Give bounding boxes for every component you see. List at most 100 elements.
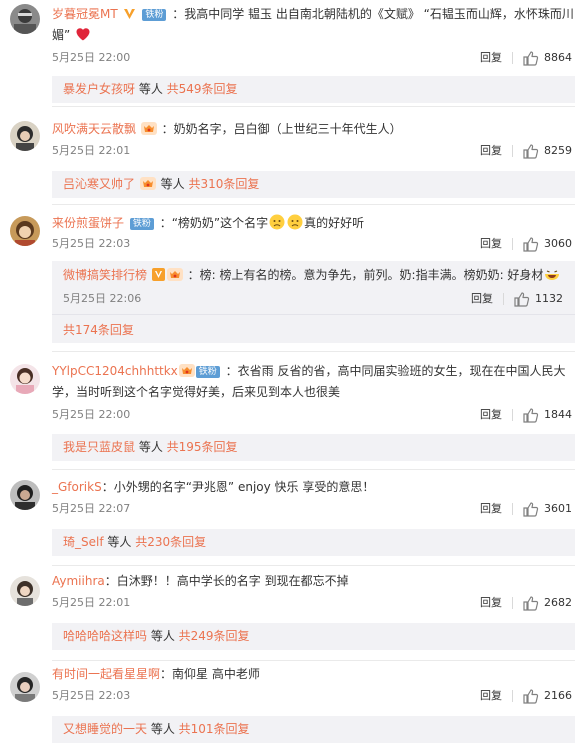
vip-crown-icon xyxy=(141,122,157,135)
username[interactable]: _GforikS xyxy=(52,480,102,494)
username[interactable]: 来份煎蛋饼子 xyxy=(52,216,124,230)
like-button[interactable]: 3601 xyxy=(523,501,572,517)
avatar[interactable] xyxy=(10,121,40,151)
comment-actions: 回复 1844 xyxy=(480,407,572,423)
reply-button[interactable]: 回复 xyxy=(480,236,502,252)
sub-reply-text: 微博搞笑排行榜 ：榜: 榜上有名的榜。意为争先，前列。奶:指丰满。榜奶奶: 好身… xyxy=(63,265,561,286)
reply-username[interactable]: 又想睡觉的一天 xyxy=(63,722,147,736)
reply-summary[interactable]: 吕沁寒又帅了 等人 共310条回复 xyxy=(52,171,575,198)
reply-mid-text: 等人 xyxy=(103,535,136,549)
username[interactable]: Aymiihra xyxy=(52,574,105,588)
reply-total-link[interactable]: 共310条回复 xyxy=(188,177,259,191)
thumbs-up-icon xyxy=(514,291,530,307)
comment-time: 5月25日 22:03 xyxy=(52,237,131,250)
like-button[interactable]: 2166 xyxy=(523,688,572,704)
reply-button[interactable]: 回复 xyxy=(480,501,502,517)
reply-summary[interactable]: 又想睡觉的一天 等人 共101条回复 xyxy=(52,716,575,743)
username[interactable]: 风吹满天云散飘 xyxy=(52,122,136,136)
reply-total-link[interactable]: 共101条回复 xyxy=(179,722,250,736)
vip-crown-icon xyxy=(167,268,183,281)
like-count: 2166 xyxy=(544,689,572,702)
comment-text: 岁暮冠冕MT 铁粉 ：我高中同学 韫玉 出自南北朝陆机的《文赋》 “石韫玉而山辉… xyxy=(52,4,575,46)
like-button[interactable]: 8259 xyxy=(523,143,572,159)
reply-total-link[interactable]: 共249条回复 xyxy=(179,629,250,643)
reply-summary[interactable]: 哈哈哈哈这样吗 等人 共249条回复 xyxy=(52,623,575,650)
comment-time: 5月25日 22:03 xyxy=(52,689,131,702)
like-count: 8864 xyxy=(544,51,572,64)
comment-item: _GforikS：小外甥的名字“尹兆恩” enjoy 快乐 享受的意思！ 5月2… xyxy=(0,470,585,566)
reply-button[interactable]: 回复 xyxy=(480,50,502,66)
reply-username[interactable]: 哈哈哈哈这样吗 xyxy=(63,629,147,643)
red-heart-icon xyxy=(76,28,90,41)
like-button[interactable]: 1844 xyxy=(523,407,572,423)
comment-text: 来份煎蛋饼子 铁粉 ：“榜奶奶”这个名字 真的好好听 xyxy=(52,213,575,234)
comment-text: Aymiihra：白沐野！！高中学长的名字 到现在都忘不掉 xyxy=(52,571,575,592)
reply-mid-text: 等人 xyxy=(135,440,167,454)
divider xyxy=(512,409,513,421)
comment-actions: 回复 2166 xyxy=(480,688,572,704)
comment-body-tail: 真的好好听 xyxy=(304,216,365,230)
divider xyxy=(512,238,513,250)
sub-like-count: 1132 xyxy=(535,292,563,305)
avatar[interactable] xyxy=(10,216,40,246)
thumbs-up-icon xyxy=(523,501,539,517)
thumbs-up-icon xyxy=(523,236,539,252)
like-count: 2682 xyxy=(544,596,572,609)
comment-time: 5月25日 22:00 xyxy=(52,408,131,421)
fan-badge: 铁粉 xyxy=(195,366,220,378)
reply-total-link[interactable]: 共195条回复 xyxy=(167,440,238,454)
username[interactable]: 岁暮冠冕MT xyxy=(52,7,118,21)
reply-summary[interactable]: 我是只蓝皮鼠 等人 共195条回复 xyxy=(52,434,575,461)
like-count: 8259 xyxy=(544,144,572,157)
divider xyxy=(512,52,513,64)
avatar[interactable] xyxy=(10,576,40,606)
reply-mid-text: 等人 xyxy=(147,629,179,643)
like-button[interactable]: 3060 xyxy=(523,236,572,252)
reply-summary: 共174条回复 xyxy=(63,320,134,340)
divider xyxy=(512,597,513,609)
comment-body: ：“榜奶奶”这个名字 xyxy=(159,216,269,230)
avatar[interactable] xyxy=(10,480,40,510)
reply-username[interactable]: 我是只蓝皮鼠 xyxy=(63,440,135,454)
sub-reply-username[interactable]: 微博搞笑排行榜 xyxy=(63,268,147,282)
reply-mid-text: 等人 xyxy=(135,82,167,96)
reply-total-link[interactable]: 共230条回复 xyxy=(135,535,206,549)
sad-face-icon xyxy=(269,214,285,230)
reply-total-link[interactable]: 共174条回复 xyxy=(63,323,134,337)
comment-time: 5月25日 22:00 xyxy=(52,51,131,64)
thumbs-up-icon xyxy=(523,50,539,66)
reply-button[interactable]: 回复 xyxy=(480,407,502,423)
reply-total-link[interactable]: 共549条回复 xyxy=(167,82,238,96)
orange-v-icon xyxy=(151,268,165,281)
like-button[interactable]: 2682 xyxy=(523,595,572,611)
comment-actions: 回复 2682 xyxy=(480,595,572,611)
thumbs-up-icon xyxy=(523,407,539,423)
comment-item: 岁暮冠冕MT 铁粉 ：我高中同学 韫玉 出自南北朝陆机的《文赋》 “石韫玉而山辉… xyxy=(0,0,585,107)
reply-summary[interactable]: 琦_Self 等人 共230条回复 xyxy=(52,529,575,556)
reply-username[interactable]: 吕沁寒又帅了 xyxy=(63,177,135,191)
sub-like-button[interactable]: 1132 xyxy=(514,291,563,307)
reply-button[interactable]: 回复 xyxy=(480,143,502,159)
avatar[interactable] xyxy=(10,4,40,34)
sub-reply-body: ：榜: 榜上有名的榜。意为争先，前列。奶:指丰满。榜奶奶: 好身材 xyxy=(187,268,544,282)
comment-item: 来份煎蛋饼子 铁粉 ：“榜奶奶”这个名字 真的好好听 5月25日 22:03 回复… xyxy=(0,205,585,352)
comment-time: 5月25日 22:01 xyxy=(52,596,131,609)
comment-time: 5月25日 22:01 xyxy=(52,144,131,157)
sub-reply-button[interactable]: 回复 xyxy=(471,291,493,307)
reply-username[interactable]: 琦_Self xyxy=(63,535,104,549)
like-button[interactable]: 8864 xyxy=(523,50,572,66)
comment-body: ：小外甥的名字“尹兆恩” enjoy 快乐 享受的意思！ xyxy=(101,480,375,494)
comment-time: 5月25日 22:07 xyxy=(52,502,131,515)
username[interactable]: YYlpCC1204chhhttkx xyxy=(52,364,178,378)
sub-reply-block: 微博搞笑排行榜 ：榜: 榜上有名的榜。意为争先，前列。奶:指丰满。榜奶奶: 好身… xyxy=(52,261,575,343)
avatar[interactable] xyxy=(10,364,40,394)
reply-button[interactable]: 回复 xyxy=(480,595,502,611)
reply-summary[interactable]: 暴发户女孩呀 等人 共549条回复 xyxy=(52,76,575,103)
reply-mid-text: 等人 xyxy=(156,177,189,191)
avatar[interactable] xyxy=(10,672,40,702)
thumbs-up-icon xyxy=(523,143,539,159)
reply-username[interactable]: 暴发户女孩呀 xyxy=(63,82,135,96)
comment-item: 有时间一起看星星啊：南仰星 高中老师 5月25日 22:03 回复 2166 又… xyxy=(0,661,585,750)
reply-button[interactable]: 回复 xyxy=(480,688,502,704)
username[interactable]: 有时间一起看星星啊 xyxy=(52,667,160,681)
